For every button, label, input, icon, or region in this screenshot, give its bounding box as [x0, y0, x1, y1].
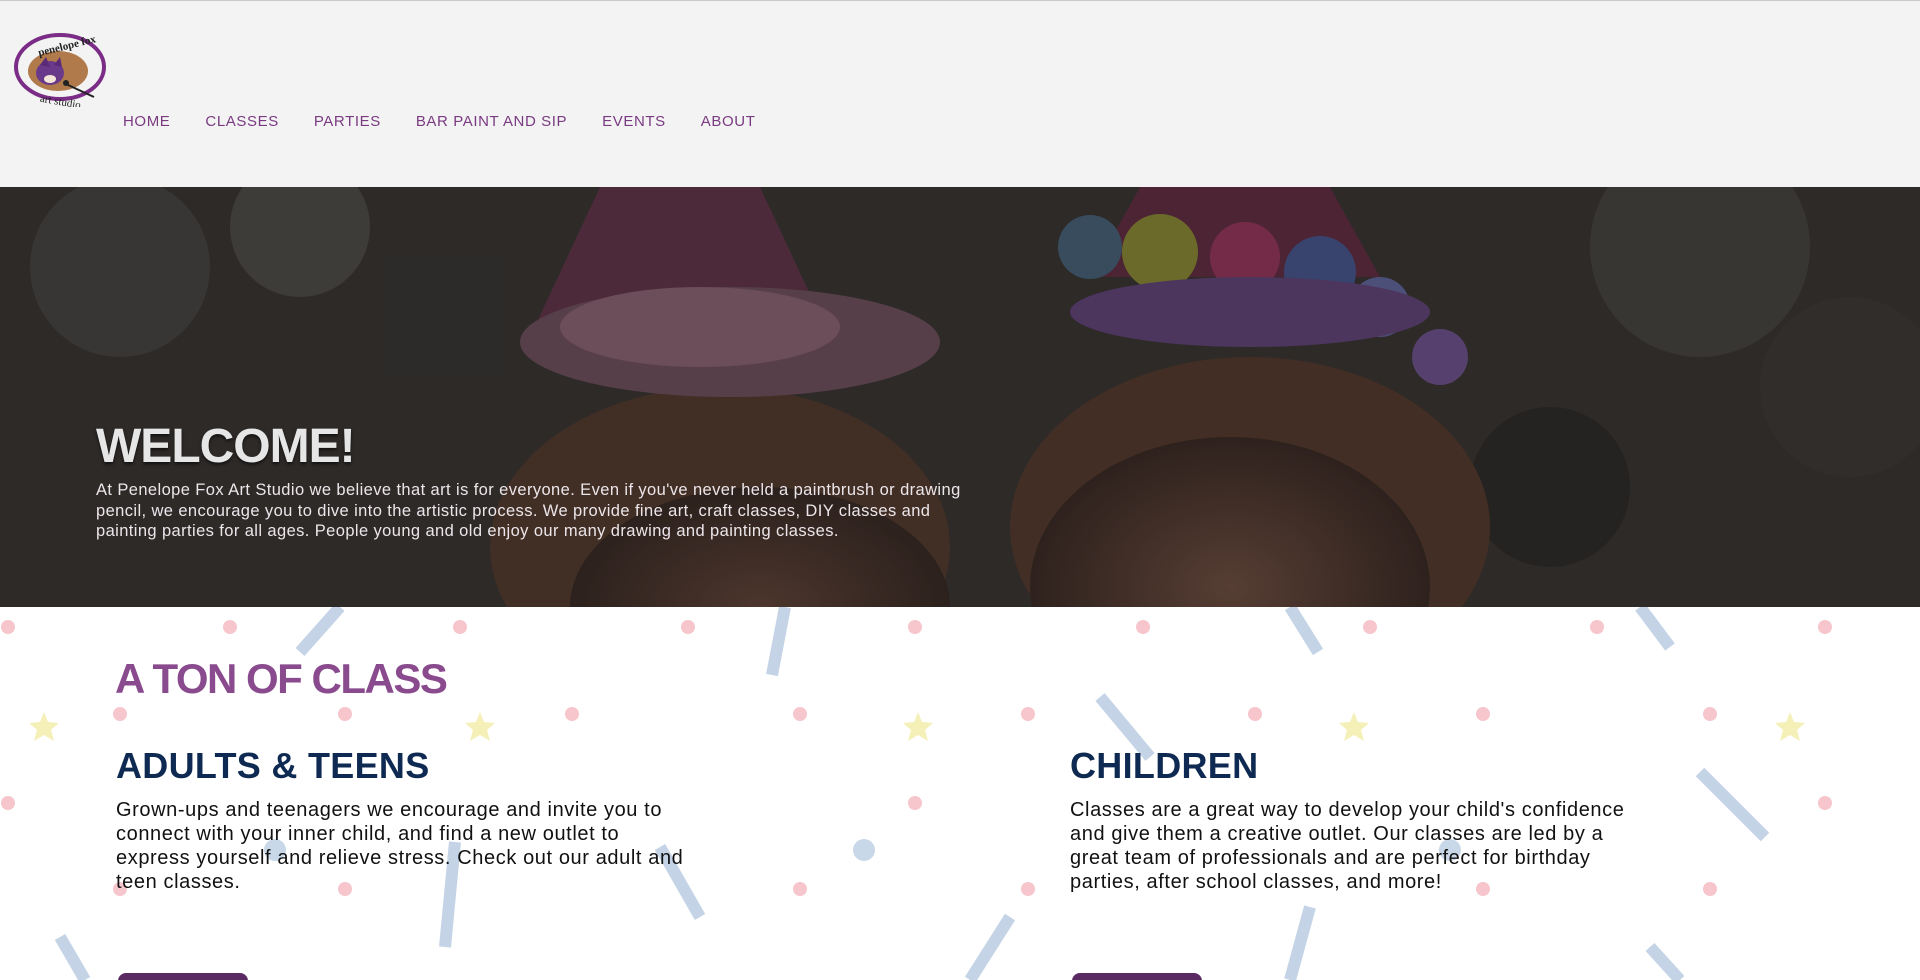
site-logo[interactable]: penelope fox art studio	[10, 29, 108, 112]
nav-bar-paint-and-sip[interactable]: BAR PAINT AND SIP	[416, 113, 567, 130]
main-nav: HOME CLASSES PARTIES BAR PAINT AND SIP E…	[123, 113, 790, 130]
adults-teens-description: Grown-ups and teenagers we encourage and…	[116, 799, 684, 893]
hero-banner: WELCOME! At Penelope Fox Art Studio we b…	[0, 187, 1920, 607]
site-header: penelope fox art studio HOME CLASSES PAR…	[0, 0, 1920, 187]
adults-teens-button[interactable]	[118, 973, 248, 980]
section-title: A TON OF CLASS	[115, 655, 448, 702]
svg-text:art studio: art studio	[39, 93, 82, 107]
nav-parties[interactable]: PARTIES	[314, 113, 381, 130]
classes-section: A TON OF CLASS ADULTS & TEENS Grown-ups …	[0, 607, 1920, 980]
adults-teens-heading: ADULTS & TEENS	[116, 745, 430, 786]
fox-logo-icon: penelope fox art studio	[14, 33, 106, 112]
hero-description: At Penelope Fox Art Studio we believe th…	[96, 481, 961, 540]
children-description: Classes are a great way to develop your …	[1070, 799, 1625, 893]
nav-home[interactable]: HOME	[123, 113, 170, 130]
hero-title: WELCOME!	[96, 420, 356, 473]
children-button[interactable]	[1072, 973, 1202, 980]
hero-photo	[0, 187, 1920, 607]
nav-classes[interactable]: CLASSES	[205, 113, 278, 130]
nav-about[interactable]: ABOUT	[701, 113, 756, 130]
children-heading: CHILDREN	[1070, 745, 1259, 786]
nav-events[interactable]: EVENTS	[602, 113, 666, 130]
